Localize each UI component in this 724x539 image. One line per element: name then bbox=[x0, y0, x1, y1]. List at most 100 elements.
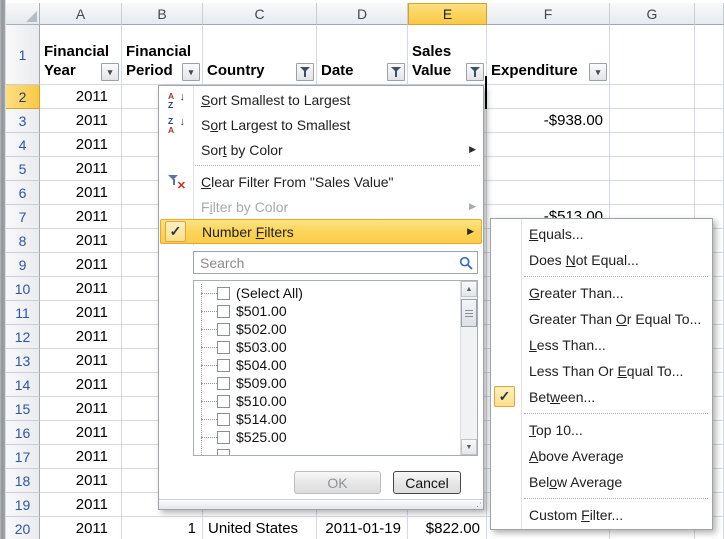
scroll-down-button[interactable]: ▼ bbox=[461, 439, 477, 455]
column-header-C[interactable]: C bbox=[203, 3, 317, 25]
cell-H4[interactable] bbox=[695, 133, 724, 157]
filter-dropdown-button[interactable]: ▾ bbox=[101, 63, 119, 81]
cancel-button[interactable]: Cancel bbox=[393, 471, 461, 494]
cell-A20[interactable]: 2011 bbox=[40, 517, 122, 539]
filter-value-item[interactable]: (Select All) bbox=[194, 284, 477, 302]
cell-A5[interactable]: 2011 bbox=[40, 157, 122, 181]
cell-G6[interactable] bbox=[610, 181, 695, 205]
menu-item-clear-filter-from-sales-value[interactable]: ✕Clear Filter From "Sales Value" bbox=[159, 169, 483, 194]
cell-B20[interactable]: 1 bbox=[122, 517, 203, 539]
menu-item-number-filters[interactable]: ✓Number Filters▶ bbox=[160, 219, 482, 244]
cell-A6[interactable]: 2011 bbox=[40, 181, 122, 205]
cell-A14[interactable]: 2011 bbox=[40, 373, 122, 397]
row-header-10[interactable]: 10 bbox=[6, 277, 40, 301]
filter-dropdown-button[interactable]: ▾ bbox=[589, 63, 607, 81]
value-checkbox[interactable] bbox=[217, 341, 230, 354]
field-header-country[interactable]: Country bbox=[203, 25, 317, 85]
submenu-item-top-10[interactable]: Top 10... bbox=[491, 417, 712, 443]
cell-H3[interactable] bbox=[695, 109, 724, 133]
search-input[interactable] bbox=[193, 251, 478, 274]
cell-G2[interactable] bbox=[610, 85, 695, 109]
value-checkbox[interactable] bbox=[217, 287, 230, 300]
cell-A15[interactable]: 2011 bbox=[40, 397, 122, 421]
filter-funnel-button[interactable] bbox=[466, 63, 484, 81]
filter-value-item[interactable]: $502.00 bbox=[194, 320, 477, 338]
cell-G5[interactable] bbox=[610, 157, 695, 181]
column-header-partial[interactable] bbox=[695, 3, 724, 25]
row-header-1[interactable]: 1 bbox=[6, 25, 40, 85]
cell-A7[interactable]: 2011 bbox=[40, 205, 122, 229]
row-header-5[interactable]: 5 bbox=[6, 157, 40, 181]
row-header-12[interactable]: 12 bbox=[6, 325, 40, 349]
row-header-19[interactable]: 19 bbox=[6, 493, 40, 517]
cell-A16[interactable]: 2011 bbox=[40, 421, 122, 445]
cell-A2[interactable]: 2011 bbox=[40, 85, 122, 109]
filter-value-item[interactable] bbox=[194, 446, 477, 456]
value-checkbox[interactable] bbox=[217, 413, 230, 426]
submenu-item-below-average[interactable]: Below Average bbox=[491, 469, 712, 495]
cell-C20[interactable]: United States bbox=[203, 517, 317, 539]
field-header-financial-year[interactable]: FinancialYear▾ bbox=[40, 25, 122, 85]
row-header-8[interactable]: 8 bbox=[6, 229, 40, 253]
cell-A4[interactable]: 2011 bbox=[40, 133, 122, 157]
cell-D20[interactable]: 2011-01-19 bbox=[317, 517, 408, 539]
cell-A3[interactable]: 2011 bbox=[40, 109, 122, 133]
filter-funnel-button[interactable] bbox=[296, 63, 314, 81]
cell-F4[interactable] bbox=[487, 133, 610, 157]
row-header-7[interactable]: 7 bbox=[6, 205, 40, 229]
filter-value-item[interactable]: $501.00 bbox=[194, 302, 477, 320]
menu-item-sort-largest-to-smallest[interactable]: ZA↓Sort Largest to Smallest bbox=[159, 112, 483, 137]
row-header-6[interactable]: 6 bbox=[6, 181, 40, 205]
cell-E20[interactable]: $822.00 bbox=[408, 517, 487, 539]
submenu-item-does-not-equal[interactable]: Does Not Equal... bbox=[491, 247, 712, 273]
submenu-item-less-than-or-equal-to[interactable]: Less Than Or Equal To... bbox=[491, 358, 712, 384]
filter-funnel-button[interactable] bbox=[387, 63, 405, 81]
field-header-sales-value[interactable]: SalesValue bbox=[408, 25, 487, 85]
value-checkbox[interactable] bbox=[217, 449, 230, 457]
cell-A13[interactable]: 2011 bbox=[40, 349, 122, 373]
cell-G4[interactable] bbox=[610, 133, 695, 157]
cell-A9[interactable]: 2011 bbox=[40, 253, 122, 277]
submenu-item-custom-filter[interactable]: Custom Filter... bbox=[491, 502, 712, 528]
row-header-3[interactable]: 3 bbox=[6, 109, 40, 133]
cell-F5[interactable] bbox=[487, 157, 610, 181]
submenu-item-greater-than[interactable]: Greater Than... bbox=[491, 280, 712, 306]
cell-A19[interactable]: 2011 bbox=[40, 493, 122, 517]
cell-A11[interactable]: 2011 bbox=[40, 301, 122, 325]
column-header-A[interactable]: A bbox=[40, 3, 122, 25]
submenu-item-equals[interactable]: Equals... bbox=[491, 221, 712, 247]
cell-G3[interactable] bbox=[610, 109, 695, 133]
column-header-G[interactable]: G bbox=[610, 3, 695, 25]
field-header-date[interactable]: Date bbox=[317, 25, 408, 85]
field-header-empty[interactable] bbox=[695, 25, 724, 85]
value-checkbox[interactable] bbox=[217, 377, 230, 390]
submenu-item-greater-than-or-equal-to[interactable]: Greater Than Or Equal To... bbox=[491, 306, 712, 332]
row-header-2[interactable]: 2 bbox=[6, 85, 40, 109]
cell-A12[interactable]: 2011 bbox=[40, 325, 122, 349]
column-header-E[interactable]: E bbox=[408, 3, 487, 25]
filter-value-item[interactable]: $510.00 bbox=[194, 392, 477, 410]
cell-A17[interactable]: 2011 bbox=[40, 445, 122, 469]
row-header-14[interactable]: 14 bbox=[6, 373, 40, 397]
field-header-financial-period[interactable]: FinancialPeriod▾ bbox=[122, 25, 203, 85]
menu-resize-strip[interactable]: ⋰ bbox=[159, 499, 483, 509]
column-header-B[interactable]: B bbox=[122, 3, 203, 25]
row-header-9[interactable]: 9 bbox=[6, 253, 40, 277]
cell-A18[interactable]: 2011 bbox=[40, 469, 122, 493]
filter-value-item[interactable]: $509.00 bbox=[194, 374, 477, 392]
cell-F6[interactable] bbox=[487, 181, 610, 205]
row-header-11[interactable]: 11 bbox=[6, 301, 40, 325]
cell-F3[interactable]: -$938.00 bbox=[487, 109, 610, 133]
cell-A8[interactable]: 2011 bbox=[40, 229, 122, 253]
value-checkbox[interactable] bbox=[217, 305, 230, 318]
row-header-20[interactable]: 20 bbox=[6, 517, 40, 539]
cell-H5[interactable] bbox=[695, 157, 724, 181]
row-header-18[interactable]: 18 bbox=[6, 469, 40, 493]
filter-value-item[interactable]: $514.00 bbox=[194, 410, 477, 428]
list-scrollbar[interactable]: ▲ ▼ bbox=[460, 281, 477, 455]
scroll-thumb[interactable] bbox=[461, 299, 477, 327]
filter-dropdown-button[interactable]: ▾ bbox=[182, 63, 200, 81]
scroll-up-button[interactable]: ▲ bbox=[461, 281, 477, 297]
row-header-13[interactable]: 13 bbox=[6, 349, 40, 373]
submenu-item-less-than[interactable]: Less Than... bbox=[491, 332, 712, 358]
